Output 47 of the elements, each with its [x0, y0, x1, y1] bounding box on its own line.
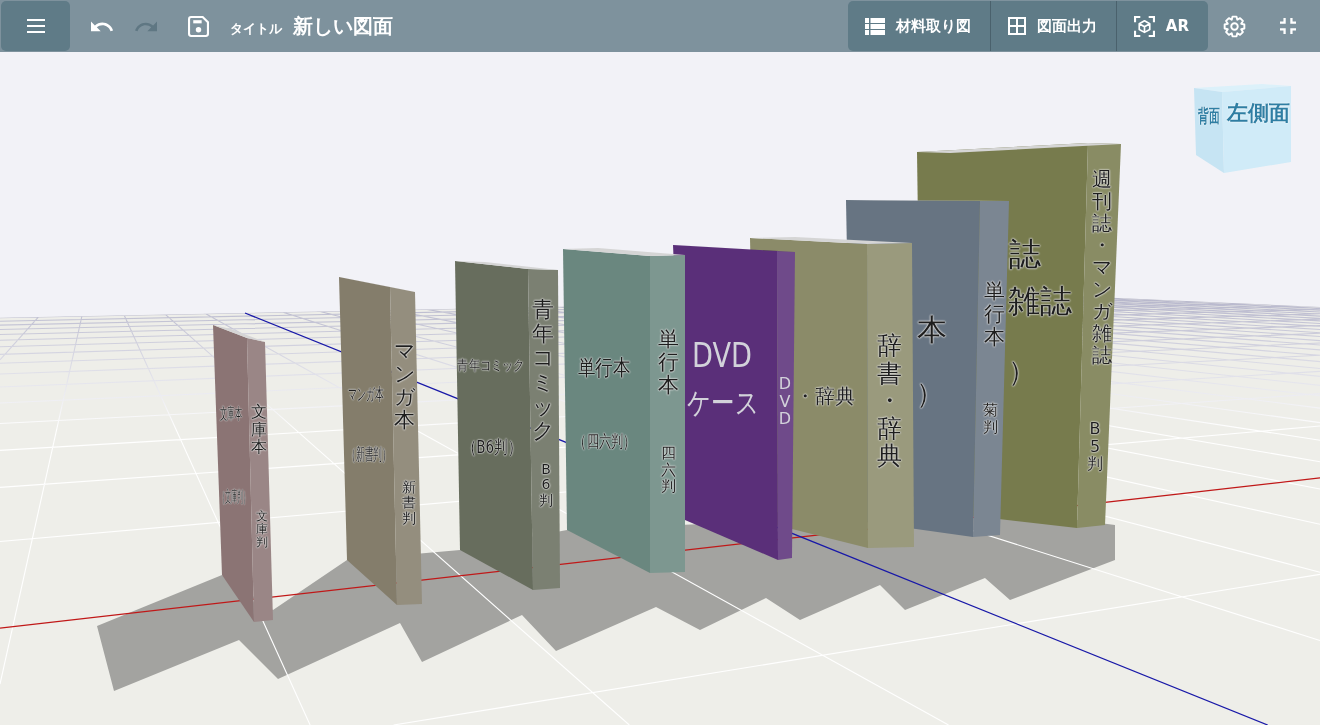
cube-icon: [1133, 15, 1155, 37]
cover-label: DVD: [692, 336, 752, 376]
cover-label: 青年コミック: [457, 357, 525, 374]
spine-label: マンガ本: [393, 340, 415, 433]
cover-label: （文庫判）: [218, 488, 250, 507]
undo-icon: [91, 20, 113, 32]
cover-label: 文庫本: [220, 405, 242, 424]
cover-label: ケース: [687, 386, 759, 421]
menu-icon: [25, 19, 46, 33]
cover-label: ）: [1008, 356, 1036, 389]
view-cube[interactable]: [1194, 84, 1291, 173]
document-title: 新しい図面: [293, 12, 393, 40]
spine-label: B5判: [1087, 420, 1103, 473]
cover-label: 単行本: [577, 355, 631, 381]
spine-label: DVD: [777, 375, 793, 428]
cover-label: （四六判）: [574, 432, 636, 452]
spine-label: 四六判: [660, 445, 676, 495]
toolbar-button[interactable]: AR: [1115, 1, 1208, 51]
spine-label: 新書判: [402, 480, 416, 527]
cover-label: ・辞典: [795, 385, 855, 408]
cover-label: 本: [917, 313, 947, 348]
redo-icon: [135, 20, 157, 32]
spine-label: 週刊誌・マンガ雑誌: [1092, 168, 1112, 366]
cover-label: （B6判）: [462, 437, 522, 458]
menu-button[interactable]: [1, 1, 70, 51]
toolbar-button[interactable]: 図面出力: [989, 1, 1116, 51]
spine-label: B6判: [539, 462, 553, 509]
cover-label: 雑誌: [1008, 283, 1072, 320]
cover-label: 誌: [1009, 236, 1041, 273]
spine-label: 単行本: [983, 280, 1005, 350]
save-icon: [187, 15, 209, 37]
cover-label: マンガ本: [348, 385, 384, 405]
spine-label: 青年コミック: [532, 298, 554, 444]
spine-label: 辞書・辞典: [876, 332, 902, 470]
settings-icon: [1223, 14, 1246, 38]
title-label: タイトル: [230, 20, 282, 38]
cover-label: ）: [916, 378, 944, 411]
cover-label: （新書判）: [346, 445, 392, 465]
spine-label: 文庫本: [250, 403, 267, 456]
exit-fullscreen-icon: [1279, 18, 1296, 34]
cube-face-label[interactable]: 背面: [1198, 106, 1220, 127]
spine-label: 単行本: [657, 328, 679, 398]
grid-icon: [1007, 17, 1026, 35]
list-icon: [864, 17, 885, 35]
toolbar-button[interactable]: 材料取り図: [847, 1, 990, 51]
spine-label: 文庫判: [256, 510, 268, 550]
spine-label: 菊判: [982, 402, 998, 435]
